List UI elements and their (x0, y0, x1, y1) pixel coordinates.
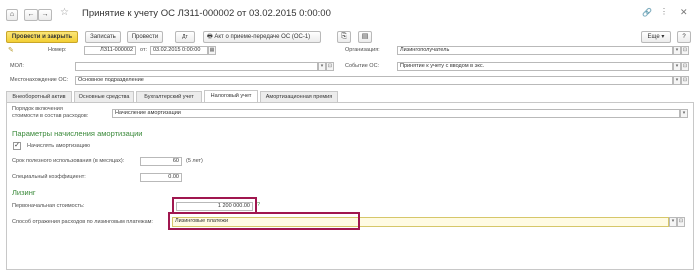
organization-dropdown[interactable]: ▾ (673, 46, 681, 55)
report-button[interactable]: ▤ (358, 31, 372, 43)
expense-method-highlight (168, 212, 360, 230)
event-dropdown[interactable]: ▾ (673, 62, 681, 71)
close-icon: ✕ (680, 7, 688, 17)
open-link-icon: ⊡ (682, 77, 688, 83)
mol-open[interactable]: ⊡ (326, 62, 334, 71)
organization-label: Организация: (345, 47, 380, 53)
post-button[interactable]: Провести (127, 31, 163, 43)
post-and-close-button[interactable]: Провести и закрыть (6, 31, 78, 43)
accrue-amortization-checkbox[interactable]: ✓ (13, 142, 21, 150)
chevron-down-icon: ▾ (675, 77, 679, 83)
arrow-right-icon: → (41, 11, 49, 18)
dt-kt-icon: Дт (182, 34, 188, 40)
special-coefficient-label: Специальный коэффициент: (12, 174, 86, 180)
location-field[interactable]: Основное подразделение (75, 76, 673, 85)
mol-field[interactable] (75, 62, 318, 71)
star-icon: ☆ (60, 7, 69, 18)
chevron-down-icon: ▾ (682, 110, 686, 116)
link-button[interactable]: 🔗 (642, 8, 654, 20)
number-field[interactable]: ЛЗ11-000002 (84, 46, 136, 55)
help-button[interactable]: ? (677, 31, 691, 43)
mol-label: МОЛ: (10, 63, 24, 69)
attach-button[interactable]: ⎘ (337, 31, 351, 43)
checkmark-icon: ✓ (14, 142, 20, 149)
more-button[interactable]: Еще ▾ (641, 31, 671, 43)
window-menu-button[interactable]: ⋮ (660, 7, 672, 19)
document-icon: ▤ (361, 33, 369, 40)
tab-tax-accounting[interactable]: Налоговый учет (204, 90, 258, 102)
expense-order-label-2: стоимости в состав расходов: (12, 113, 89, 119)
useful-life-label: Срок полезного использования (в месяцах)… (12, 158, 125, 164)
tab-panel (6, 102, 694, 270)
date-field[interactable]: 03.02.2015 0:00:00 (150, 46, 208, 55)
expense-order-dropdown[interactable]: ▾ (680, 109, 688, 118)
event-open[interactable]: ⊡ (681, 62, 689, 71)
document-icon: ✎ (8, 47, 14, 54)
chevron-down-icon: ▾ (675, 47, 679, 53)
menu-dots-icon: ⋮ (660, 7, 668, 16)
forward-button[interactable]: → (38, 9, 52, 21)
date-label: от: (140, 47, 147, 53)
home-button[interactable]: ⌂ (6, 9, 18, 21)
open-link-icon: ⊡ (682, 63, 688, 69)
initial-cost-label: Первоначальная стоимость: (12, 203, 85, 209)
accrue-amortization-label: Начислять амортизацию (27, 143, 91, 149)
event-field[interactable]: Принятие к учету с вводом в экс. (397, 62, 673, 71)
useful-life-years: (5 лет) (186, 158, 203, 164)
back-button[interactable]: ← (24, 9, 38, 21)
special-coefficient-field[interactable]: 0.00 (140, 173, 182, 182)
act-label: Акт о приеме-передаче ОС (ОС-1) (214, 34, 311, 40)
mol-dropdown[interactable]: ▾ (318, 62, 326, 71)
act-os1-button[interactable]: 🖶 Акт о приеме-передаче ОС (ОС-1) (203, 31, 321, 43)
favorite-star[interactable]: ☆ (60, 7, 72, 21)
tab-noncurrent-asset[interactable]: Внеоборотный актив (6, 91, 72, 102)
amortization-section-title: Параметры начисления амортизации (12, 129, 143, 138)
expense-order-field[interactable]: Начисление амортизации (112, 109, 680, 118)
paperclip-icon: ⎘ (341, 33, 347, 40)
location-dropdown[interactable]: ▾ (673, 76, 681, 85)
close-button[interactable]: ✕ (680, 7, 692, 19)
expense-method-label: Способ отражения расходов по лизинговым … (12, 219, 153, 225)
home-icon: ⌂ (9, 11, 15, 18)
chevron-down-icon: ▾ (675, 63, 679, 69)
title-bar: ⌂ ← → ☆ Принятие к учету ОС ЛЗ11-000002 … (0, 0, 700, 28)
initial-cost-help[interactable]: ? (257, 202, 260, 209)
event-label: Событие ОС: (345, 63, 380, 69)
tab-depreciation-bonus[interactable]: Амортизационная премия (260, 91, 338, 102)
open-link-icon: ⊡ (327, 63, 333, 69)
open-link-icon: ⊡ (682, 47, 688, 53)
expense-method-dropdown[interactable]: ▾ (669, 217, 677, 227)
leasing-section-title: Лизинг (12, 188, 36, 197)
organization-open[interactable]: ⊡ (681, 46, 689, 55)
arrow-left-icon: ← (27, 11, 35, 18)
location-label: Местонахождение ОС: (10, 77, 69, 83)
location-open[interactable]: ⊡ (681, 76, 689, 85)
number-label: Номер: (48, 47, 67, 53)
open-link-icon: ⊡ (678, 218, 684, 224)
chevron-down-icon: ▾ (320, 63, 324, 69)
posting-report-button[interactable]: Дт (175, 31, 195, 43)
expense-method-open[interactable]: ⊡ (677, 217, 685, 227)
link-icon: 🔗 (642, 8, 652, 17)
organization-field[interactable]: Лизингополучатель (397, 46, 673, 55)
window-title: Принятие к учету ОС ЛЗ11-000002 от 03.02… (82, 8, 331, 19)
print-icon: 🖶 (207, 34, 213, 40)
calendar-icon: ▦ (209, 47, 215, 53)
save-button[interactable]: Записать (85, 31, 121, 43)
tab-fixed-assets[interactable]: Основные средства (74, 91, 134, 102)
expense-order-label-1: Порядок включения (12, 106, 63, 112)
tab-accounting[interactable]: Бухгалтерский учет (136, 91, 202, 102)
chevron-down-icon: ▾ (671, 218, 675, 224)
calendar-button[interactable]: ▦ (208, 46, 216, 55)
useful-life-field[interactable]: 60 (140, 157, 182, 166)
